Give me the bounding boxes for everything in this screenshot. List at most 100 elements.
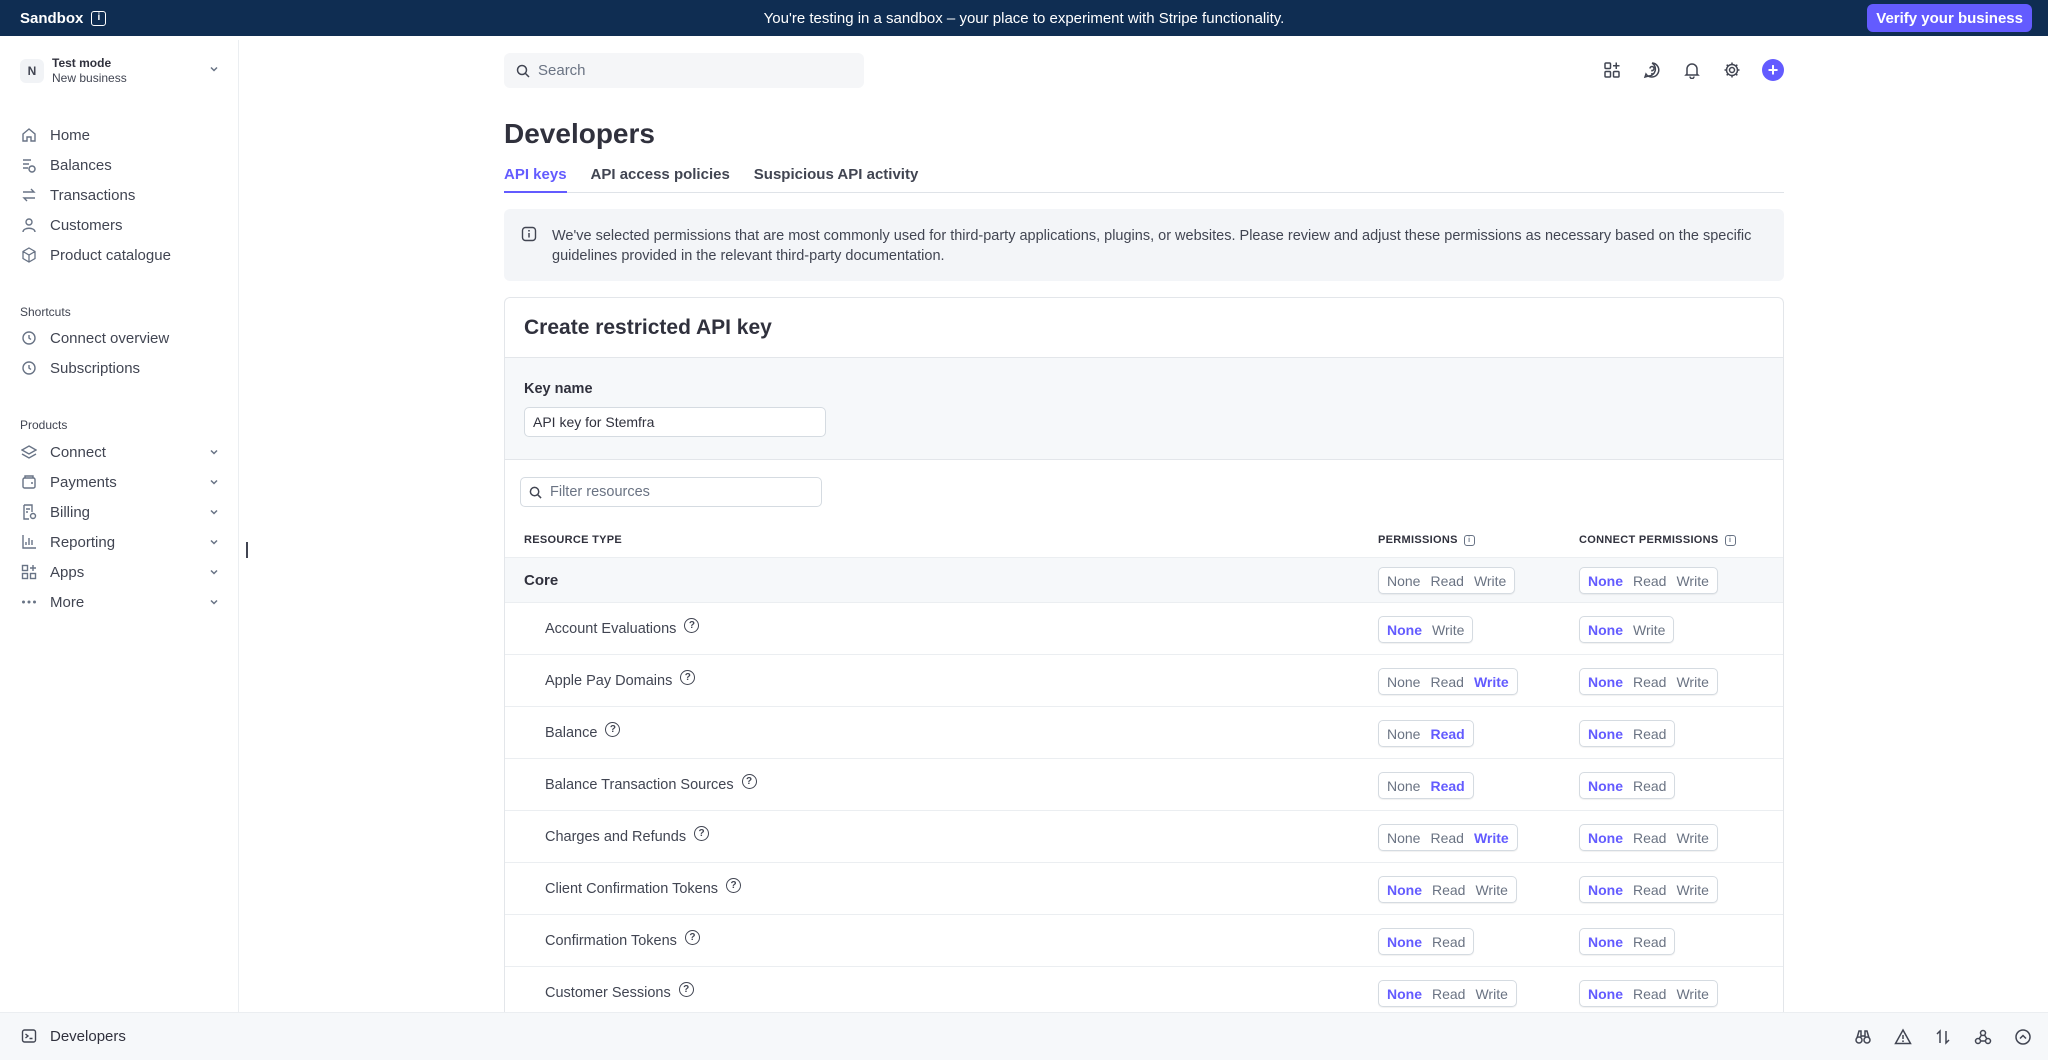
developers-toggle[interactable]: Developers (20, 1027, 126, 1045)
apps-icon (20, 563, 38, 581)
search-bar[interactable] (504, 53, 864, 88)
option-write[interactable]: Write (1671, 986, 1713, 1002)
verify-business-button[interactable]: Verify your business (1867, 4, 2032, 32)
option-none[interactable]: None (1382, 674, 1425, 690)
option-none[interactable]: None (1382, 573, 1425, 589)
key-name-input[interactable] (524, 407, 826, 437)
option-write[interactable]: Write (1469, 674, 1514, 690)
sidebar-item-subscriptions[interactable]: Subscriptions (20, 355, 220, 381)
search-icon (529, 486, 542, 499)
sidebar-item-product-catalogue[interactable]: Product catalogue (20, 242, 220, 268)
option-none[interactable]: None (1382, 778, 1425, 794)
binoculars-icon[interactable] (1852, 1026, 1874, 1048)
option-read[interactable]: Read (1427, 986, 1470, 1002)
option-write[interactable]: Write (1671, 830, 1713, 846)
sidebar-item-balances[interactable]: Balances (20, 152, 220, 178)
customers-icon (20, 216, 38, 234)
question-circle-icon[interactable]: ? (684, 930, 700, 945)
create-plus-button[interactable]: + (1762, 59, 1784, 81)
tab-api-keys[interactable]: API keys (504, 160, 567, 193)
sidebar-item-customers[interactable]: Customers (20, 212, 220, 238)
warning-icon[interactable] (1892, 1026, 1914, 1048)
gear-icon[interactable] (1720, 58, 1744, 82)
filter-resources-input[interactable] (550, 484, 810, 500)
option-read[interactable]: Read (1427, 882, 1470, 898)
option-none[interactable]: None (1382, 830, 1425, 846)
sidebar-item-connect[interactable]: Connect (20, 439, 220, 465)
sidebar-item-transactions[interactable]: Transactions (20, 182, 220, 208)
option-none[interactable]: None (1382, 934, 1427, 950)
option-read[interactable]: Read (1628, 934, 1671, 950)
resource-name: Apple Pay Domains (545, 672, 673, 689)
option-none[interactable]: None (1382, 986, 1427, 1002)
option-write[interactable]: Write (1628, 622, 1670, 638)
option-none[interactable]: None (1583, 986, 1628, 1002)
bell-icon[interactable] (1680, 58, 1704, 82)
top-toolbar: + (1600, 58, 1784, 82)
arrows-up-down-icon[interactable] (1932, 1026, 1954, 1048)
help-icon[interactable] (1640, 58, 1664, 82)
option-read[interactable]: Read (1628, 674, 1671, 690)
question-circle-icon[interactable]: ? (680, 670, 696, 685)
option-none[interactable]: None (1382, 726, 1425, 742)
option-read[interactable]: Read (1628, 986, 1671, 1002)
option-none[interactable]: None (1583, 622, 1628, 638)
option-none[interactable]: None (1382, 882, 1427, 898)
option-none[interactable]: None (1583, 726, 1628, 742)
option-none[interactable]: None (1583, 934, 1628, 950)
info-icon[interactable]: i (1463, 534, 1475, 546)
info-icon (521, 226, 537, 242)
option-read[interactable]: Read (1628, 726, 1671, 742)
search-input[interactable] (538, 62, 838, 79)
option-none[interactable]: None (1583, 882, 1628, 898)
option-read[interactable]: Read (1628, 882, 1671, 898)
option-write[interactable]: Write (1469, 573, 1511, 589)
option-none[interactable]: None (1583, 674, 1628, 690)
option-write[interactable]: Write (1427, 622, 1469, 638)
option-read[interactable]: Read (1425, 830, 1468, 846)
question-circle-icon[interactable]: ? (678, 982, 694, 997)
question-circle-icon[interactable]: ? (684, 618, 700, 633)
apps-grid-icon[interactable] (1600, 58, 1624, 82)
option-none[interactable]: None (1583, 573, 1628, 589)
permission-selector: None Read Write (1378, 980, 1517, 1007)
option-write[interactable]: Write (1671, 674, 1713, 690)
connect-permission-selector: None Read (1579, 720, 1676, 747)
account-switcher[interactable]: N Test mode New business (20, 54, 220, 88)
option-write[interactable]: Write (1470, 986, 1512, 1002)
sidebar-item-reporting[interactable]: Reporting (20, 529, 220, 555)
question-circle-icon[interactable]: ? (605, 722, 621, 737)
option-read[interactable]: Read (1427, 934, 1470, 950)
chevron-down-icon (210, 479, 218, 485)
option-none[interactable]: None (1583, 778, 1628, 794)
option-write[interactable]: Write (1470, 882, 1512, 898)
sidebar-item-billing[interactable]: Billing (20, 499, 220, 525)
tab-suspicious-api-activity[interactable]: Suspicious API activity (754, 160, 919, 193)
option-read[interactable]: Read (1425, 573, 1468, 589)
question-circle-icon[interactable]: ? (726, 878, 742, 893)
option-read[interactable]: Read (1425, 674, 1468, 690)
option-read[interactable]: Read (1628, 778, 1671, 794)
option-write[interactable]: Write (1671, 882, 1713, 898)
sidebar-item-home[interactable]: Home (20, 122, 220, 148)
question-circle-icon[interactable]: ? (694, 826, 710, 841)
option-none[interactable]: None (1583, 830, 1628, 846)
tab-api-access-policies[interactable]: API access policies (591, 160, 730, 193)
info-icon[interactable]: i (91, 10, 107, 26)
option-read[interactable]: Read (1425, 726, 1469, 742)
sidebar-item-payments[interactable]: Payments (20, 469, 220, 495)
sidebar-item-connect-overview[interactable]: Connect overview (20, 325, 220, 351)
option-read[interactable]: Read (1425, 778, 1469, 794)
question-circle-icon[interactable]: ? (741, 774, 757, 789)
option-write[interactable]: Write (1469, 830, 1514, 846)
info-icon[interactable]: i (1724, 534, 1736, 546)
chevron-up-circle-icon[interactable] (2012, 1026, 2034, 1048)
option-read[interactable]: Read (1628, 830, 1671, 846)
option-write[interactable]: Write (1671, 573, 1713, 589)
sidebar-item-apps[interactable]: Apps (20, 559, 220, 585)
option-none[interactable]: None (1382, 622, 1427, 638)
filter-resources[interactable] (520, 477, 822, 507)
webhooks-icon[interactable] (1972, 1026, 1994, 1048)
option-read[interactable]: Read (1628, 573, 1671, 589)
sidebar-item-more[interactable]: More (20, 589, 220, 615)
